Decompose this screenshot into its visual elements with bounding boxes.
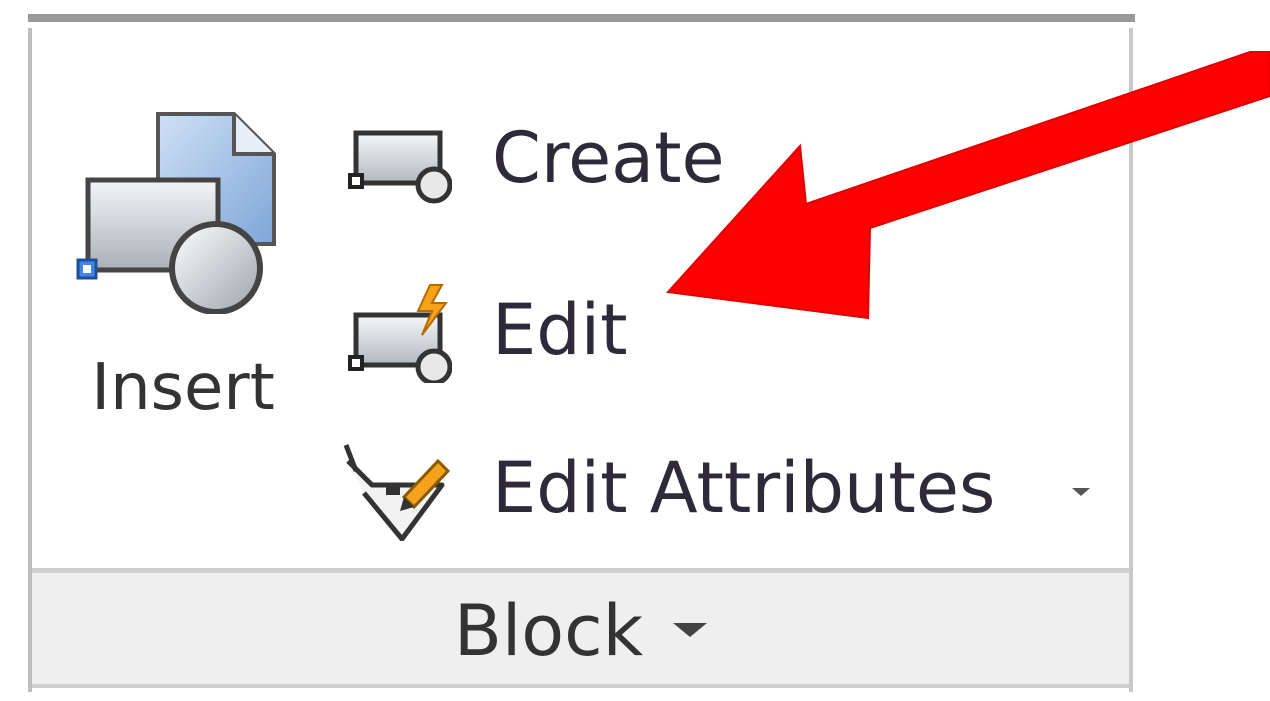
edit-attributes-icon xyxy=(343,444,451,541)
insert-label: Insert xyxy=(91,351,275,425)
panel-top-border xyxy=(28,14,1135,22)
insert-block-icon xyxy=(76,112,276,314)
panel-title: Block xyxy=(453,590,644,672)
create-button[interactable]: Create xyxy=(342,96,1102,216)
edit-attributes-button[interactable]: Edit Attributes xyxy=(342,426,1102,546)
insert-button[interactable]: Insert xyxy=(68,78,298,458)
edit-attributes-label: Edit Attributes xyxy=(492,447,996,529)
edit-label: Edit xyxy=(492,289,628,371)
create-block-icon xyxy=(348,130,452,204)
edit-button[interactable]: Edit xyxy=(342,268,1102,388)
edit-attributes-dropdown-icon[interactable] xyxy=(1072,488,1090,496)
edit-block-icon xyxy=(348,284,452,383)
panel-expand-icon[interactable] xyxy=(673,622,708,637)
create-label: Create xyxy=(492,117,725,199)
panel-footer[interactable]: Block xyxy=(32,568,1129,688)
screenshot-stage: Insert Create Edit Edit Attributes Block xyxy=(0,0,1270,701)
block-panel: Insert Create Edit Edit Attributes Block xyxy=(28,28,1133,692)
